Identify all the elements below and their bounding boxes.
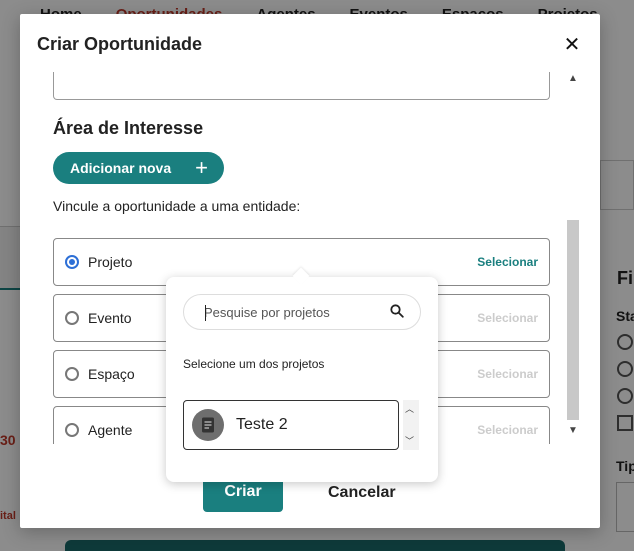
entity-label: Evento [88,310,132,326]
link-entity-label: Vincule a oportunidade a uma entidade: [53,198,301,214]
radio-evento[interactable] [65,311,79,325]
search-icon[interactable] [390,304,404,318]
project-search-box[interactable] [183,294,421,330]
entity-label: Espaço [88,366,135,382]
modal-scrollbar[interactable]: ▲ ▼ [566,72,580,442]
radio-agente[interactable] [65,423,79,437]
modal-title: Criar Oportunidade [37,34,203,54]
select-link-projeto[interactable]: Selecionar [477,255,538,269]
add-button-label: Adicionar nova [70,160,172,176]
project-search-input[interactable] [204,304,384,320]
project-item[interactable]: Teste 2 [183,400,399,450]
entity-label: Agente [88,422,133,438]
popover-scrollbar[interactable]: ︿ ﹀ [403,400,419,450]
section-title-interest-area: Área de Interesse [53,118,204,138]
select-link-agente[interactable]: Selecionar [477,423,538,437]
chevron-up-icon[interactable]: ︿ [405,402,414,415]
select-link-espaco[interactable]: Selecionar [477,367,538,381]
project-select-popover: Selecione um dos projetos Teste 2 ︿ ﹀ [166,277,438,482]
select-link-evento[interactable]: Selecionar [477,311,538,325]
cancel-button[interactable]: Cancelar [328,484,396,502]
add-interest-area-button[interactable]: Adicionar nova + [53,152,224,184]
scrollbar-thumb[interactable] [567,220,579,420]
close-icon[interactable]: ✕ [563,35,581,55]
text-caret [205,305,206,321]
radio-espaco[interactable] [65,367,79,381]
entity-label: Projeto [88,254,133,270]
radio-projeto[interactable] [65,255,79,269]
create-button[interactable]: Criar [203,478,283,512]
plus-icon: + [195,155,208,180]
scroll-up-icon[interactable]: ▲ [566,72,580,86]
document-icon [192,409,224,441]
project-select-hint: Selecione um dos projetos [183,357,325,371]
scroll-down-icon[interactable]: ▼ [566,424,580,438]
project-item-name: Teste 2 [236,416,288,433]
chevron-down-icon[interactable]: ﹀ [405,434,414,447]
description-textarea[interactable] [53,72,550,100]
